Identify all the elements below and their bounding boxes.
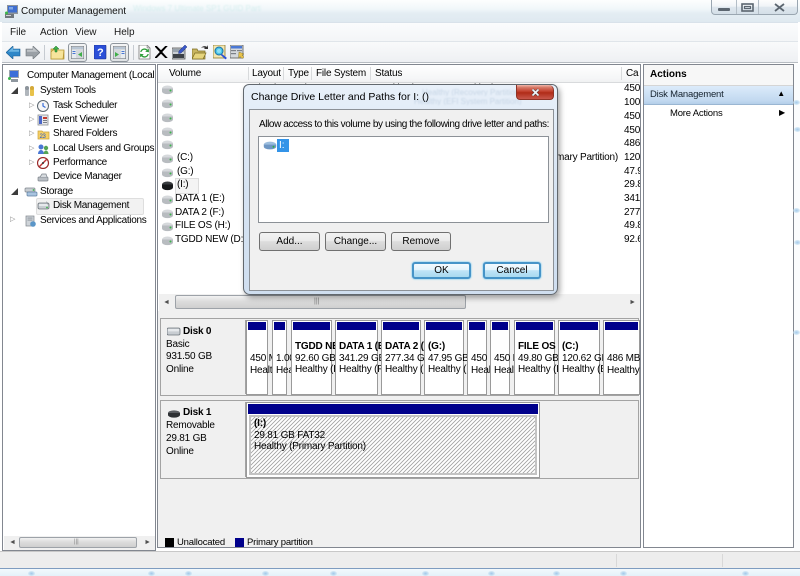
svg-text:23: 23 [40, 134, 47, 140]
svg-text:?: ? [97, 47, 104, 59]
